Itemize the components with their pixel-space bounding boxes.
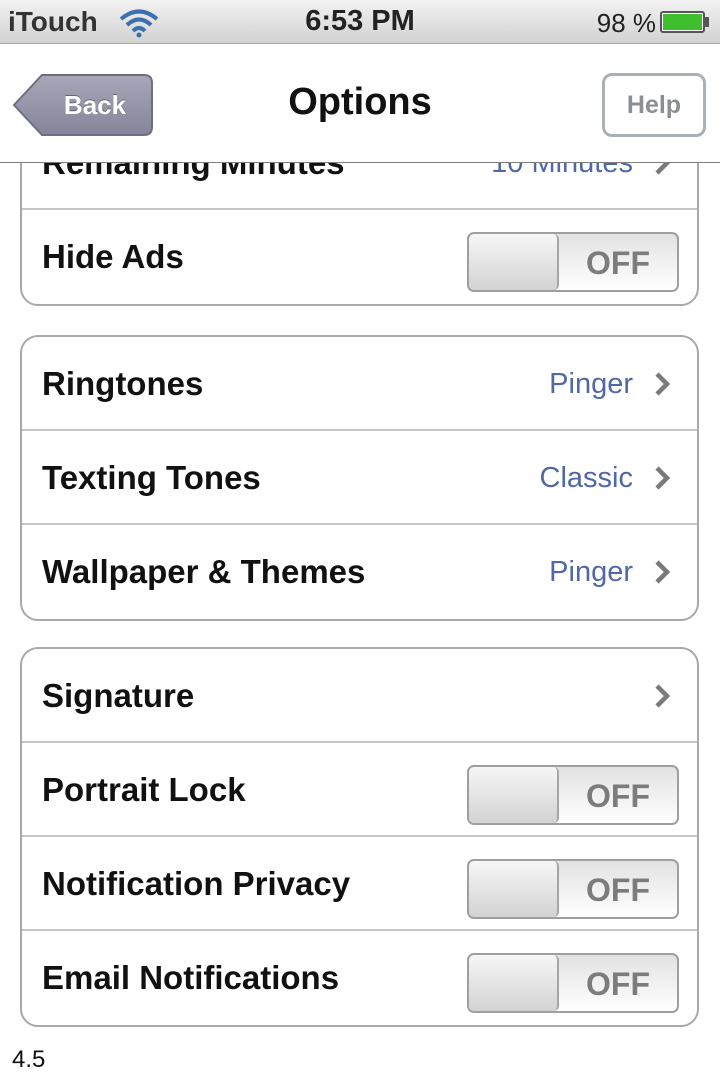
row-label: Signature <box>42 677 195 714</box>
chevron-right-icon <box>655 372 671 396</box>
row-label: Ringtones <box>42 365 204 402</box>
group-preferences: Signature Portrait Lock OFF Notification… <box>20 647 699 1027</box>
page-title: Options <box>288 81 432 123</box>
back-label: Back <box>63 90 127 120</box>
version-label: 4.5 <box>12 1046 46 1073</box>
back-button[interactable]: Back <box>12 73 154 137</box>
row-texting-tones[interactable]: Texting Tones Classic <box>22 431 697 525</box>
row-portrait-lock: Portrait Lock OFF <box>22 743 697 837</box>
toggle-knob <box>469 234 559 290</box>
toggle-state: OFF <box>586 966 650 1002</box>
toggle-state: OFF <box>586 245 650 281</box>
help-button[interactable]: Help <box>602 73 706 137</box>
toggle-knob <box>469 861 559 917</box>
row-hide-ads: Hide Ads OFF <box>22 210 697 304</box>
row-notification-privacy: Notification Privacy OFF <box>22 837 697 931</box>
chevron-right-icon <box>655 684 671 708</box>
email-notifications-toggle[interactable]: OFF <box>467 953 679 1013</box>
hide-ads-toggle[interactable]: OFF <box>467 232 679 292</box>
row-signature[interactable]: Signature <box>22 649 697 743</box>
notification-privacy-toggle[interactable]: OFF <box>467 859 679 919</box>
row-label: Hide Ads <box>42 238 184 275</box>
row-value: Classic <box>539 462 633 494</box>
chevron-right-icon <box>655 466 671 490</box>
row-label: Notification Privacy <box>42 865 351 902</box>
portrait-lock-toggle[interactable]: OFF <box>467 765 679 825</box>
toggle-knob <box>469 767 559 823</box>
toggle-state: OFF <box>586 778 650 814</box>
row-label: Portrait Lock <box>42 771 246 808</box>
row-value: Pinger <box>549 368 633 400</box>
row-wallpaper-themes[interactable]: Wallpaper & Themes Pinger <box>22 525 697 619</box>
row-label: Texting Tones <box>42 459 261 496</box>
row-ringtones[interactable]: Ringtones Pinger <box>22 337 697 431</box>
chevron-right-icon <box>655 560 671 584</box>
toggle-state: OFF <box>586 872 650 908</box>
row-email-notifications: Email Notifications OFF <box>22 931 697 1025</box>
toggle-knob <box>469 955 559 1011</box>
row-value: Pinger <box>549 556 633 588</box>
row-label: Email Notifications <box>42 959 340 996</box>
navigation-bar: Back Options Help <box>0 45 720 163</box>
row-label: Wallpaper & Themes <box>42 553 366 590</box>
group-personalization: Ringtones Pinger Texting Tones Classic W… <box>20 335 699 621</box>
